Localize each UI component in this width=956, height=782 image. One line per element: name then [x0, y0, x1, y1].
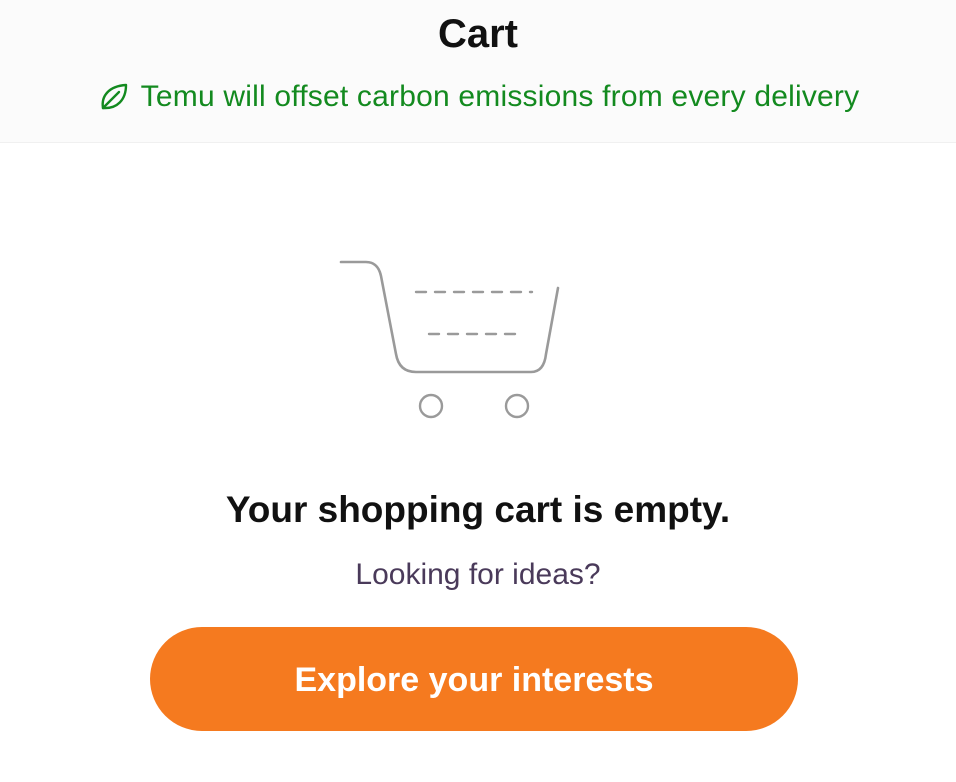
page-title: Cart	[437, 12, 519, 56]
carbon-offset-text: Temu will offset carbon emissions from e…	[140, 80, 860, 113]
shopping-cart-icon	[339, 260, 560, 419]
carbon-offset-notice: Temu will offset carbon emissions from e…	[0, 78, 956, 116]
ideas-subtitle: Looking for ideas?	[355, 558, 601, 591]
empty-cart-title: Your shopping cart is empty.	[225, 489, 731, 530]
leaf-icon	[101, 83, 127, 110]
explore-interests-button[interactable]: Explore your interests	[150, 627, 798, 731]
cart-header: Cart Temu will offset carbon emissions f…	[0, 0, 956, 143]
